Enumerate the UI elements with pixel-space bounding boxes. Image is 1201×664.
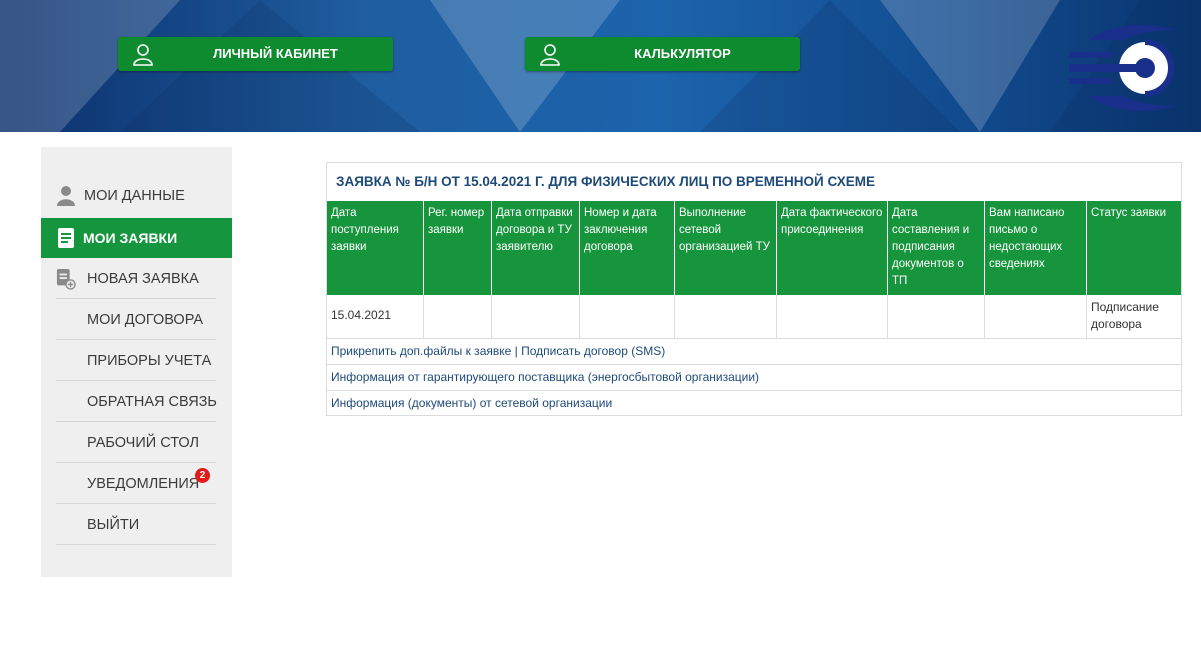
column-header: Выполнение сетевой организацией ТУ — [674, 201, 776, 295]
sidebar-item-label: ОБРАТНАЯ СВЯЗЬ — [87, 394, 217, 410]
sidebar: МОИ ДАННЫЕ МОИ ЗАЯВКИ НОВАЯ ЗАЯВКА МОИ Д… — [41, 147, 232, 577]
personal-cabinet-label: ЛИЧНЫЙ КАБИНЕТ — [213, 46, 338, 61]
calculator-button[interactable]: КАЛЬКУЛЯТОР — [525, 37, 800, 71]
sidebar-item-label: РАБОЧИЙ СТОЛ — [87, 435, 200, 451]
sidebar-item-label: НОВАЯ ЗАЯВКА — [87, 271, 199, 287]
sidebar-item-label: МОИ ЗАЯВКИ — [83, 230, 178, 246]
divider — [56, 503, 216, 504]
divider — [56, 298, 216, 299]
notification-badge: 2 — [195, 468, 210, 483]
divider — [56, 339, 216, 340]
table-cell — [491, 295, 579, 338]
column-header: Дата поступления заявки — [331, 207, 399, 253]
sidebar-item-feedback[interactable]: ОБРАТНАЯ СВЯЗЬ — [41, 382, 232, 422]
divider — [56, 544, 216, 545]
table-cell: 15.04.2021 — [331, 308, 392, 322]
grid-info-link[interactable]: Информация (документы) от сетевой органи… — [331, 396, 612, 410]
column-header: Дата фактического присоединения — [776, 201, 887, 295]
sign-contract-link[interactable]: Подписать договор (SMS) — [521, 344, 665, 358]
column-header: Вам написано письмо о недостающих сведен… — [984, 201, 1086, 295]
user-icon — [540, 44, 560, 66]
sidebar-item-desktop[interactable]: РАБОЧИЙ СТОЛ — [41, 423, 232, 463]
table-row: 15.04.2021 Подписание договора — [327, 295, 1181, 339]
user-icon — [133, 44, 153, 66]
table-cell — [423, 295, 491, 338]
sidebar-item-my-contracts[interactable]: МОИ ДОГОВОРА — [41, 300, 232, 340]
supplier-info-link[interactable]: Информация от гарантирующего поставщика … — [331, 370, 759, 384]
request-panel: ЗАЯВКА № Б/Н ОТ 15.04.2021 Г. ДЛЯ ФИЗИЧЕ… — [326, 162, 1182, 416]
sidebar-item-label: МОИ ДАННЫЕ — [84, 188, 185, 204]
divider — [56, 462, 216, 463]
table-cell — [984, 295, 1086, 338]
grid-info-row: Информация (документы) от сетевой органи… — [327, 391, 1181, 417]
table-cell — [776, 295, 887, 338]
sidebar-item-my-requests[interactable]: МОИ ЗАЯВКИ — [41, 218, 232, 258]
request-title: ЗАЯВКА № Б/Н ОТ 15.04.2021 Г. ДЛЯ ФИЗИЧЕ… — [336, 174, 875, 189]
column-header: Рег. номер заявки — [423, 201, 491, 295]
sidebar-item-my-data[interactable]: МОИ ДАННЫЕ — [41, 176, 232, 216]
document-icon — [58, 228, 74, 248]
user-icon — [57, 186, 75, 206]
sidebar-item-label: ВЫЙТИ — [87, 517, 140, 533]
table-cell — [887, 295, 984, 338]
column-header: Статус заявки — [1086, 201, 1181, 295]
sidebar-item-logout[interactable]: ВЫЙТИ — [41, 505, 232, 545]
table-cell — [579, 295, 674, 338]
new-document-icon — [56, 269, 76, 290]
sidebar-item-meters[interactable]: ПРИБОРЫ УЧЕТА — [41, 341, 232, 381]
company-logo[interactable] — [1065, 22, 1185, 114]
calculator-label: КАЛЬКУЛЯТОР — [634, 46, 731, 61]
table-header: Дата поступления заявки Рег. номер заявк… — [327, 201, 1181, 295]
table-cell — [674, 295, 776, 338]
status-cell: Подписание договора — [1086, 295, 1181, 338]
column-header: Номер и дата заключения договора — [579, 201, 674, 295]
divider — [56, 421, 216, 422]
column-header: Дата отправки договора и ТУ заявителю — [491, 201, 579, 295]
sidebar-item-label: МОИ ДОГОВОРА — [87, 312, 204, 328]
actions-row: Прикрепить доп.файлы к заявке | Подписат… — [327, 339, 1181, 365]
sidebar-item-new-request[interactable]: НОВАЯ ЗАЯВКА — [41, 259, 232, 299]
personal-cabinet-button[interactable]: ЛИЧНЫЙ КАБИНЕТ — [118, 37, 393, 71]
supplier-info-row: Информация от гарантирующего поставщика … — [327, 365, 1181, 391]
sidebar-item-label: ПРИБОРЫ УЧЕТА — [87, 353, 212, 369]
column-header: Дата составления и подписания документов… — [887, 201, 984, 295]
attach-files-link[interactable]: Прикрепить доп.файлы к заявке — [331, 344, 511, 358]
sidebar-item-label: УВЕДОМЛЕНИЯ — [87, 476, 200, 492]
sidebar-item-notifications[interactable]: УВЕДОМЛЕНИЯ 2 — [41, 464, 232, 504]
divider — [56, 380, 216, 381]
header-banner: ЛИЧНЫЙ КАБИНЕТ КАЛЬКУЛЯТОР — [0, 0, 1201, 132]
